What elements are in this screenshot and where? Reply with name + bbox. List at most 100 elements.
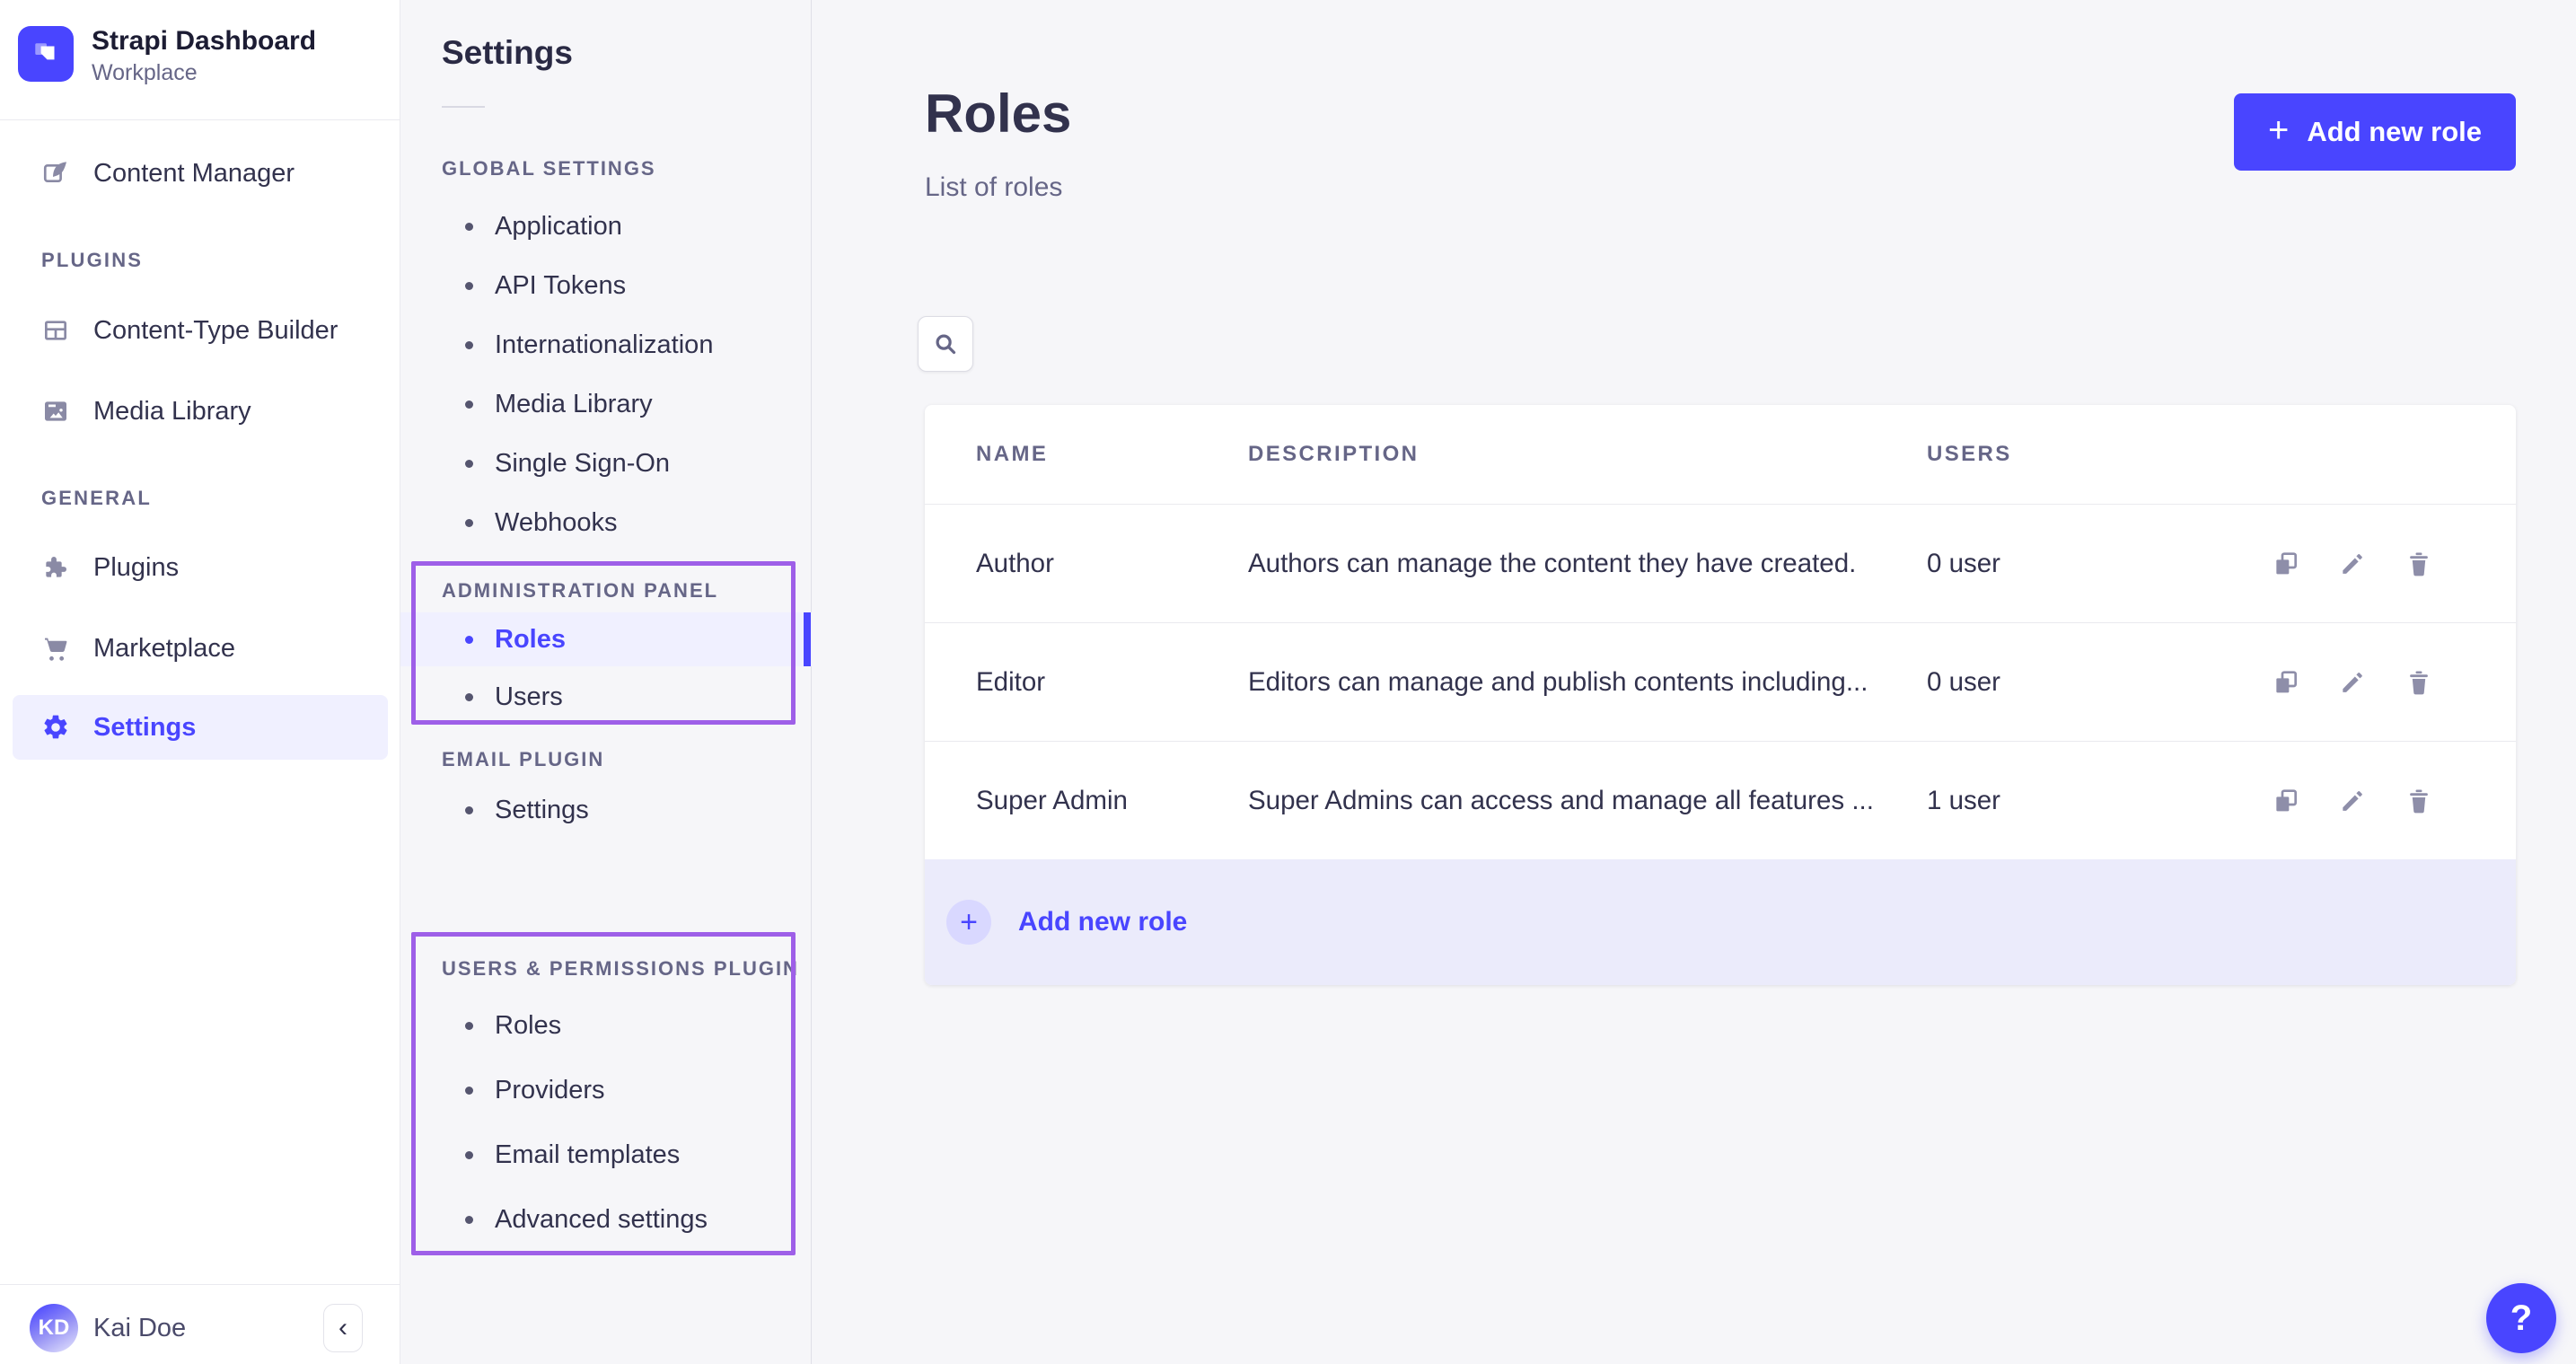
role-name-cell: Super Admin (976, 786, 1248, 816)
footer-add-new-role-label: Add new role (1018, 907, 1187, 937)
main-content: Roles List of roles + Add new role NAME … (812, 0, 2576, 1364)
subnav-item-admin-roles[interactable]: Roles (400, 612, 812, 666)
duplicate-role-button[interactable] (2272, 550, 2300, 578)
duplicate-icon (2272, 668, 2300, 697)
table-row[interactable]: Author Authors can manage the content th… (925, 504, 2516, 622)
trash-icon (2405, 550, 2433, 578)
chevron-left-icon: ‹ (338, 1313, 347, 1343)
page-title: Roles (925, 83, 1071, 145)
sidebar-item-content-type-builder[interactable]: Content-Type Builder (13, 298, 388, 363)
row-actions (2272, 668, 2516, 697)
workspace-header[interactable]: Strapi Dashboard Workplace (0, 0, 400, 120)
subnav-item-label: Advanced settings (495, 1205, 708, 1235)
plus-icon: + (2268, 112, 2289, 148)
subnav-item-label: Media Library (495, 390, 653, 419)
search-button[interactable] (918, 316, 973, 372)
subnav-section-global-settings: GLOBAL SETTINGS (442, 155, 656, 182)
user-avatar[interactable]: KD (30, 1304, 78, 1352)
delete-role-button[interactable] (2405, 550, 2433, 578)
edit-role-button[interactable] (2338, 550, 2367, 578)
sidebar-item-media-library[interactable]: Media Library (13, 379, 388, 444)
subnav-item-application[interactable]: Application (400, 199, 812, 253)
search-icon (932, 330, 959, 357)
role-description-cell: Authors can manage the content they have… (1248, 549, 1927, 579)
duplicate-role-button[interactable] (2272, 668, 2300, 697)
subnav-item-up-roles[interactable]: Roles (400, 999, 812, 1052)
subnav-item-label: Application (495, 212, 622, 242)
duplicate-icon (2272, 550, 2300, 578)
edit-role-button[interactable] (2338, 668, 2367, 697)
subnav-item-label: Roles (495, 625, 566, 655)
page-subtitle: List of roles (925, 172, 1062, 203)
bullet-dot (465, 341, 473, 349)
sidebar-item-marketplace[interactable]: Marketplace (13, 616, 388, 681)
sidebar-item-label: Content-Type Builder (93, 316, 338, 346)
subnav-section-email-plugin: EMAIL PLUGIN (442, 746, 604, 773)
feather-pen-icon (41, 159, 70, 188)
table-row[interactable]: Super Admin Super Admins can access and … (925, 741, 2516, 859)
role-users-cell: 0 user (1927, 667, 2272, 698)
workspace-title: Strapi Dashboard (92, 24, 316, 58)
workspace-title-block: Strapi Dashboard Workplace (92, 24, 316, 87)
add-new-role-button-label: Add new role (2307, 116, 2482, 148)
pencil-icon (2338, 787, 2367, 815)
subnav-item-single-sign-on[interactable]: Single Sign-On (400, 436, 812, 490)
gear-icon (41, 713, 70, 742)
sidebar-item-label: Media Library (93, 397, 251, 427)
question-mark-icon: ? (2510, 1298, 2532, 1339)
table-row[interactable]: Editor Editors can manage and publish co… (925, 622, 2516, 741)
table-header-row: NAME DESCRIPTION USERS (925, 405, 2516, 504)
sidebar-item-settings[interactable]: Settings (13, 695, 388, 760)
subnav-item-up-email-templates[interactable]: Email templates (400, 1128, 812, 1182)
puzzle-icon (41, 553, 70, 582)
duplicate-role-button[interactable] (2272, 787, 2300, 815)
plus-icon: + (960, 905, 978, 940)
roles-table: NAME DESCRIPTION USERS Author Authors ca… (925, 405, 2516, 985)
bullet-dot (465, 1151, 473, 1159)
subnav-item-label: Internationalization (495, 330, 713, 360)
edit-role-button[interactable] (2338, 787, 2367, 815)
layout-grid-icon (41, 316, 70, 345)
delete-role-button[interactable] (2405, 668, 2433, 697)
subnav-item-internationalization[interactable]: Internationalization (400, 318, 812, 372)
sidebar-item-label: Marketplace (93, 634, 235, 664)
sidebar-section-plugins: PLUGINS (41, 248, 143, 273)
subnav-item-api-tokens[interactable]: API Tokens (400, 259, 812, 312)
bullet-dot (465, 519, 473, 527)
add-new-role-button[interactable]: + Add new role (2234, 93, 2516, 171)
subnav-item-label: Roles (495, 1011, 561, 1041)
bullet-dot (465, 1216, 473, 1224)
bullet-dot (465, 400, 473, 409)
sidebar-footer-divider (0, 1284, 400, 1285)
strapi-logo-glyph (29, 37, 63, 71)
delete-role-button[interactable] (2405, 787, 2433, 815)
subnav-item-webhooks[interactable]: Webhooks (400, 496, 812, 550)
picture-icon (41, 397, 70, 426)
subnav-item-label: Users (495, 682, 563, 712)
subnav-item-up-advanced-settings[interactable]: Advanced settings (400, 1192, 812, 1246)
bullet-dot (465, 1022, 473, 1030)
sidebar-item-plugins[interactable]: Plugins (13, 535, 388, 600)
sidebar-item-content-manager[interactable]: Content Manager (13, 141, 388, 206)
subnav-item-label: Providers (495, 1076, 605, 1105)
bullet-dot (465, 282, 473, 290)
sidebar-section-general: GENERAL (41, 486, 152, 511)
collapse-sidebar-button[interactable]: ‹ (323, 1304, 363, 1352)
role-name-cell: Editor (976, 667, 1248, 698)
subnav-item-email-settings[interactable]: Settings (400, 783, 812, 837)
subnav-item-admin-users[interactable]: Users (400, 670, 812, 724)
bullet-dot (465, 806, 473, 814)
subnav-title: Settings (442, 34, 573, 72)
trash-icon (2405, 668, 2433, 697)
bullet-dot (465, 693, 473, 701)
duplicate-icon (2272, 787, 2300, 815)
subnav-item-up-providers[interactable]: Providers (400, 1063, 812, 1117)
table-footer-add-row[interactable]: + Add new role (925, 859, 2516, 985)
bullet-dot (465, 460, 473, 468)
plus-circle-icon: + (946, 900, 991, 945)
pencil-icon (2338, 550, 2367, 578)
subnav-section-users-permissions: USERS & PERMISSIONS PLUGIN (442, 955, 799, 982)
pencil-icon (2338, 668, 2367, 697)
help-button[interactable]: ? (2486, 1283, 2556, 1353)
subnav-item-media-library[interactable]: Media Library (400, 377, 812, 431)
